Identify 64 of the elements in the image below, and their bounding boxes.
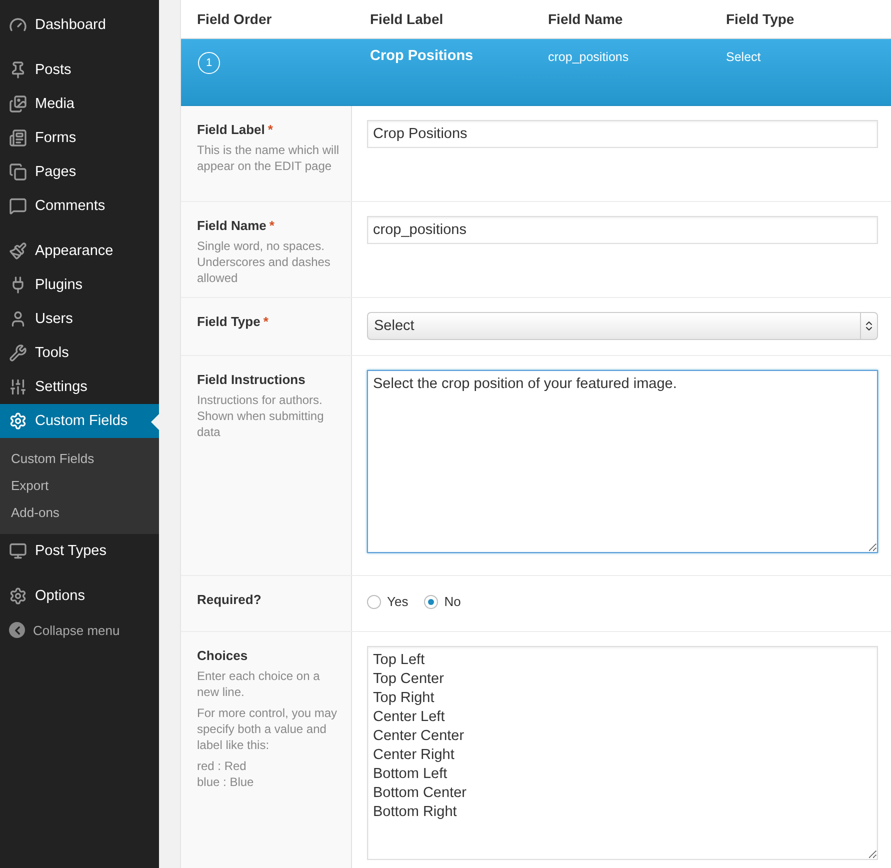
field-label: Field Type: [197, 314, 260, 329]
field-description: Single word, no spaces. Underscores and dashes allowed: [197, 238, 332, 286]
column-header: Field Label: [370, 11, 444, 27]
menu-item[interactable]: Plugins: [0, 268, 159, 302]
required-mark: *: [269, 218, 274, 233]
menu-item[interactable]: Options: [0, 579, 159, 613]
radio-button[interactable]: [424, 594, 438, 608]
field-label: Field Label: [197, 122, 265, 137]
radio-option[interactable]: Yes: [367, 594, 408, 609]
updown-icon: [863, 320, 875, 332]
field-label: Required?: [197, 592, 262, 607]
menu-item[interactable]: Custom Fields: [0, 404, 159, 438]
radio-button[interactable]: [367, 594, 381, 608]
field-label: Field Instructions: [197, 372, 306, 387]
submenu-item[interactable]: Add-ons: [0, 499, 159, 526]
column-header: Field Order: [197, 11, 273, 27]
required-mark: *: [263, 314, 268, 329]
field-label: Choices: [197, 648, 248, 663]
menu-item[interactable]: Users: [0, 302, 159, 336]
collapse-menu-button[interactable]: Collapse menu: [0, 613, 159, 647]
menu-item[interactable]: Posts: [0, 53, 159, 87]
wrench-icon: [9, 344, 27, 362]
field-type-text: Select: [726, 50, 762, 64]
radio-option[interactable]: No: [424, 594, 461, 609]
field-label: Field Name: [197, 218, 266, 233]
field-description: red : Red blue : Blue: [197, 758, 255, 790]
paintbrush-icon: [9, 242, 27, 260]
settings-icon: [9, 412, 27, 430]
settings-icon: [9, 587, 27, 605]
sliders-icon: [9, 378, 27, 396]
submenu-item[interactable]: Custom Fields: [0, 445, 159, 472]
images-icon: [9, 95, 27, 113]
document-icon: [9, 129, 27, 147]
order-number: 1: [198, 52, 220, 74]
menu-item[interactable]: Media: [0, 87, 159, 121]
required-mark: *: [268, 122, 273, 137]
text-field[interactable]: Crop Positions: [367, 120, 878, 148]
monitor-icon: [9, 542, 27, 560]
field-description: Enter each choice on a new line.: [197, 668, 321, 700]
text-field[interactable]: crop_positions: [367, 216, 878, 244]
choices-field[interactable]: Top Left Top Center Top Right Center Left Center Center Center Right Bottom Left Bottom Center Bottom Right: [367, 646, 878, 860]
field-description: Instructions for authors. Shown when submitting data: [197, 392, 325, 440]
menu-item[interactable]: Settings: [0, 370, 159, 404]
gauge-icon: [9, 16, 27, 34]
column-header: Field Name: [548, 11, 624, 27]
field-label-text: Crop Positions: [370, 48, 474, 64]
menu-item[interactable]: Dashboard: [0, 8, 159, 42]
field-description: For more control, you may specify both a value and label like this:: [197, 705, 338, 753]
menu-item[interactable]: Post Types: [0, 534, 159, 568]
select-dropdown[interactable]: Select: [367, 312, 878, 340]
field-description: This is the name which will appear on the EDIT page: [197, 142, 340, 174]
menu-item[interactable]: Pages: [0, 155, 159, 189]
speech-bubble-icon: [9, 197, 27, 215]
menu-item[interactable]: Forms: [0, 121, 159, 155]
menu-item[interactable]: Appearance: [0, 234, 159, 268]
pages-icon: [9, 163, 27, 181]
submenu-item[interactable]: Export: [0, 472, 159, 499]
field-name-text: crop_positions: [548, 50, 630, 64]
menu-item[interactable]: Comments: [0, 189, 159, 223]
column-header: Field Type: [726, 11, 796, 27]
instructions-field[interactable]: Select the crop position of your featured image.: [367, 370, 878, 553]
user-icon: [9, 310, 27, 328]
pin-icon: [9, 61, 27, 79]
menu-item[interactable]: Tools: [0, 336, 159, 370]
